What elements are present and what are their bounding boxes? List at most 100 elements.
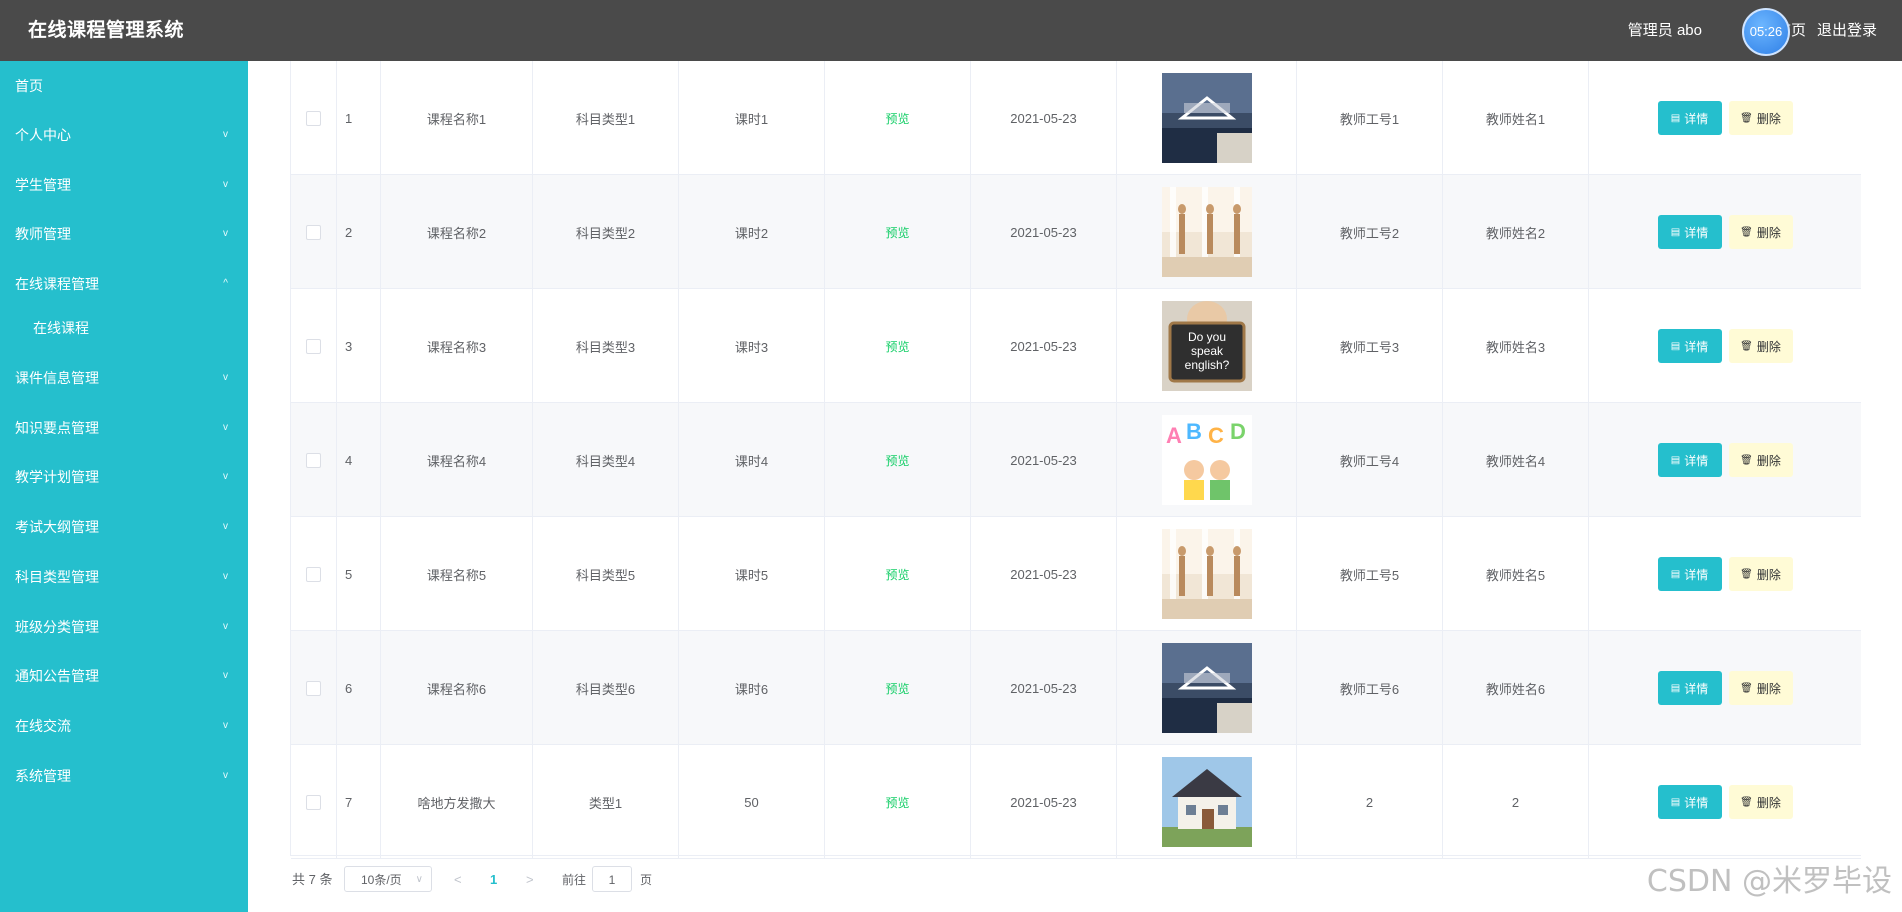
sidebar-item-label: 教学计划管理 (15, 469, 99, 485)
actions-cell: ▤ 详情 🗑 删除 (1589, 517, 1861, 631)
page-number[interactable]: 1 (490, 866, 497, 894)
subject-cell: 科目类型2 (533, 175, 679, 289)
preview-link[interactable]: 预览 (885, 680, 909, 697)
actions-cell: ▤ 详情 🗑 删除 (1589, 631, 1861, 745)
sidebar-item-label: 在线课程 (33, 320, 89, 336)
sidebar-item[interactable]: 学生管理 v (0, 167, 248, 203)
name-cell: 课程名称1 (381, 61, 533, 175)
preview-cell: 预览 (825, 745, 971, 859)
page-size-select[interactable]: 10条/页 ∨ (344, 866, 432, 892)
delete-button[interactable]: 🗑 删除 (1728, 785, 1793, 819)
row-checkbox-cell (291, 289, 337, 403)
sidebar-item[interactable]: 教师管理 v (0, 216, 248, 252)
svg-text:Do you: Do you (1187, 330, 1225, 344)
sidebar-item[interactable]: 在线课程 (0, 310, 248, 346)
teacher-no-cell: 教师工号6 (1297, 631, 1443, 745)
idx-text: 4 (345, 452, 353, 468)
chevron-down-icon: v (223, 422, 228, 433)
preview-cell: 预览 (825, 631, 971, 745)
teacher-no-text: 教师工号4 (1339, 453, 1400, 469)
chevron-down-icon: v (223, 720, 228, 731)
sidebar-item-label: 首页 (15, 78, 43, 94)
name-text: 课程名称5 (426, 567, 487, 583)
hours-text: 50 (744, 794, 759, 810)
row-checkbox[interactable] (306, 338, 321, 354)
hours-cell: 课时6 (679, 631, 825, 745)
course-thumbnail (1161, 73, 1252, 163)
next-page-button[interactable]: > (526, 866, 534, 894)
course-thumbnail (1161, 757, 1252, 847)
preview-link[interactable]: 预览 (885, 338, 909, 355)
sidebar-item[interactable]: 课件信息管理 v (0, 360, 248, 396)
preview-link[interactable]: 预览 (885, 452, 909, 469)
chevron-down-icon: v (223, 571, 228, 582)
sidebar-item-label: 知识要点管理 (15, 420, 99, 436)
date-text: 2021-05-23 (1010, 794, 1077, 810)
delete-label: 删除 (1756, 453, 1781, 468)
row-checkbox-cell (291, 631, 337, 745)
hours-text: 课时6 (734, 681, 769, 697)
delete-button[interactable]: 🗑 删除 (1728, 557, 1793, 591)
teacher-no-cell: 2 (1297, 745, 1443, 859)
detail-button[interactable]: ▤ 详情 (1657, 215, 1722, 249)
prev-page-button[interactable]: < (454, 866, 462, 894)
sidebar-item[interactable]: 知识要点管理 v (0, 410, 248, 446)
delete-label: 删除 (1756, 795, 1781, 810)
chevron-up-icon: ^ (223, 278, 228, 289)
idx-text: 3 (345, 338, 353, 354)
sidebar-item[interactable]: 首页 (0, 68, 248, 104)
teacher-no-text: 2 (1365, 794, 1374, 810)
goto-page-input[interactable]: 1 (592, 866, 632, 892)
detail-button[interactable]: ▤ 详情 (1657, 443, 1722, 477)
delete-button[interactable]: 🗑 删除 (1728, 671, 1793, 705)
preview-cell: 预览 (825, 517, 971, 631)
preview-link[interactable]: 预览 (885, 110, 909, 127)
row-checkbox[interactable] (306, 794, 321, 810)
delete-button[interactable]: 🗑 删除 (1728, 101, 1793, 135)
svg-text:A: A (1166, 423, 1182, 448)
detail-button[interactable]: ▤ 详情 (1657, 101, 1722, 135)
name-text: 啥地方发撒大 (417, 795, 496, 811)
teacher-name-text: 教师姓名2 (1485, 225, 1546, 241)
teacher-name-cell: 教师姓名2 (1443, 175, 1589, 289)
row-checkbox[interactable] (306, 110, 321, 126)
logout-link[interactable]: 退出登录 (1817, 0, 1877, 61)
sidebar-item[interactable]: 系统管理 v (0, 758, 248, 794)
detail-button[interactable]: ▤ 详情 (1657, 785, 1722, 819)
sidebar-item[interactable]: 通知公告管理 v (0, 658, 248, 694)
row-checkbox[interactable] (306, 566, 321, 582)
detail-button[interactable]: ▤ 详情 (1657, 557, 1722, 591)
sidebar-item[interactable]: 在线课程管理 ^ (0, 266, 248, 302)
detail-button[interactable]: ▤ 详情 (1657, 329, 1722, 363)
subject-text: 科目类型3 (575, 339, 636, 355)
preview-link[interactable]: 预览 (885, 566, 909, 583)
delete-button[interactable]: 🗑 删除 (1728, 443, 1793, 477)
goto-label: 前往 (562, 873, 587, 887)
delete-button[interactable]: 🗑 删除 (1728, 329, 1793, 363)
delete-button[interactable]: 🗑 删除 (1728, 215, 1793, 249)
preview-link[interactable]: 预览 (885, 794, 909, 811)
idx-cell: 2 (337, 175, 381, 289)
detail-button[interactable]: ▤ 详情 (1657, 671, 1722, 705)
name-cell: 啥地方发撒大 (381, 745, 533, 859)
svg-text:speak: speak (1190, 344, 1223, 358)
sidebar-item[interactable]: 科目类型管理 v (0, 559, 248, 595)
sidebar-item[interactable]: 在线交流 v (0, 708, 248, 744)
sidebar-item[interactable]: 考试大纲管理 v (0, 509, 248, 545)
sidebar-item[interactable]: 班级分类管理 v (0, 609, 248, 645)
trash-icon: 🗑 (1740, 340, 1753, 352)
subject-cell: 科目类型6 (533, 631, 679, 745)
sidebar-item[interactable]: 个人中心 v (0, 117, 248, 153)
row-checkbox[interactable] (306, 680, 321, 696)
row-checkbox[interactable] (306, 452, 321, 468)
name-cell: 课程名称4 (381, 403, 533, 517)
date-cell: 2021-05-23 (971, 289, 1117, 403)
delete-label: 删除 (1756, 339, 1781, 354)
teacher-name-cell: 教师姓名5 (1443, 517, 1589, 631)
preview-cell: 预览 (825, 289, 971, 403)
preview-link[interactable]: 预览 (885, 224, 909, 241)
teacher-no-text: 教师工号5 (1339, 567, 1400, 583)
row-checkbox[interactable] (306, 224, 321, 240)
actions-cell: ▤ 详情 🗑 删除 (1589, 175, 1861, 289)
sidebar-item[interactable]: 教学计划管理 v (0, 459, 248, 495)
